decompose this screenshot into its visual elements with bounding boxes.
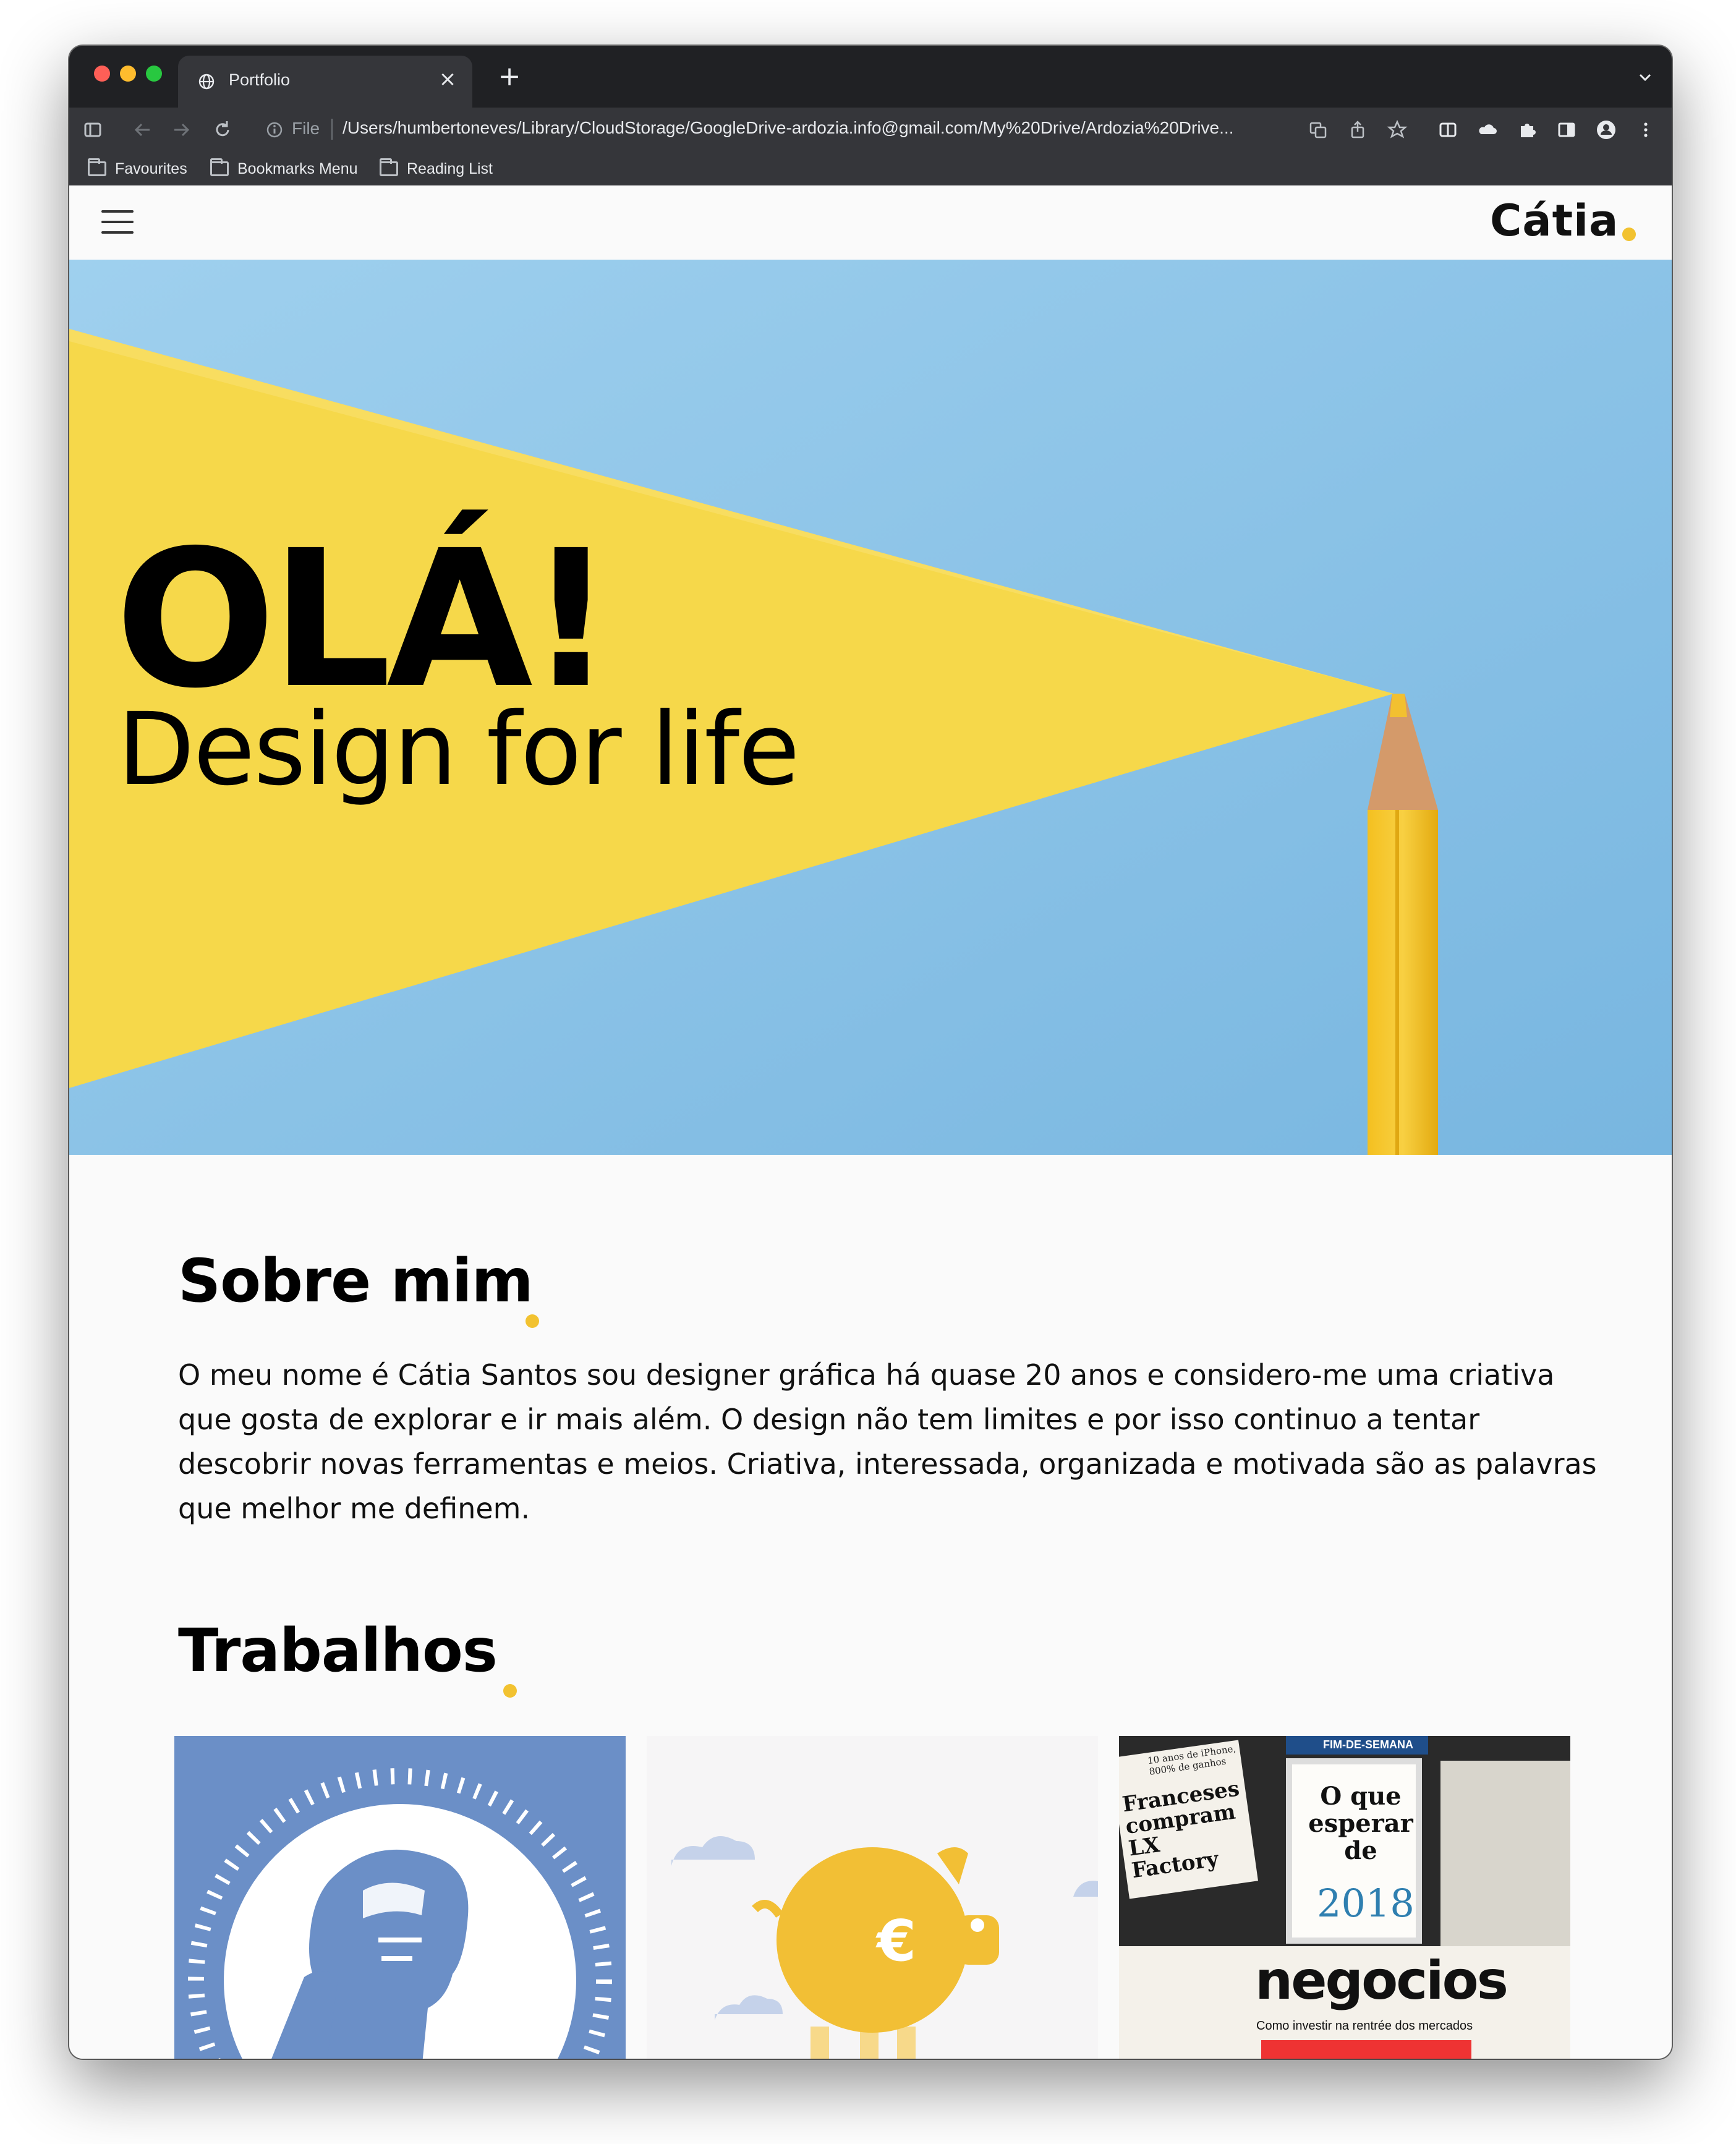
bookmark-favourites[interactable]: Favourites xyxy=(88,158,187,179)
address-bar[interactable]: /Users/humbertoneves/Library/CloudStorag… xyxy=(343,118,1363,138)
tab-title: Portfolio xyxy=(229,70,291,89)
works-title: Trabalhos xyxy=(178,1616,498,1685)
about-title: Sobre mim xyxy=(178,1246,534,1316)
profile-avatar-icon[interactable] xyxy=(1594,117,1619,142)
portrait-illustration xyxy=(188,1768,612,2059)
folder-icon xyxy=(88,158,106,176)
browser-toolbar: File /Users/humbertoneves/Library/CloudS… xyxy=(69,108,1672,152)
tab-portfolio[interactable]: Portfolio × xyxy=(178,56,472,108)
bookmark-label: Reading List xyxy=(407,160,493,177)
translate-icon[interactable] xyxy=(1306,117,1330,142)
newspaper-red-strip xyxy=(1261,2040,1471,2059)
piggy-bank-illustration xyxy=(671,1836,1098,2059)
hero-banner: OLÁ! Design for life xyxy=(69,260,1672,1155)
browser-chrome: Portfolio × + File /Users/humbertoneves/… xyxy=(69,46,1672,185)
side-panel-icon[interactable] xyxy=(1554,117,1579,142)
about-text: O meu nome é Cátia Santos sou designer g… xyxy=(178,1358,1597,1525)
chevron-down-icon[interactable] xyxy=(1635,67,1656,88)
bookmark-reading-list[interactable]: Reading List xyxy=(380,158,493,179)
newspaper-line: Como investir na rentrée dos mercados xyxy=(1256,2019,1473,2033)
hero-subtitle: Design for life xyxy=(117,692,800,808)
works-title-dot xyxy=(503,1684,517,1698)
newspaper-brand: negocios xyxy=(1255,1950,1508,2012)
more-menu-icon[interactable] xyxy=(1633,117,1658,142)
newspaper-side-headline: Franceses compram LX Factory xyxy=(1120,1776,1241,1884)
bookmarks-bar: Favourites Bookmarks Menu Reading List xyxy=(69,152,1672,185)
cloud-extension-icon[interactable] xyxy=(1475,117,1500,142)
hamburger-menu-icon[interactable] xyxy=(101,210,135,235)
newspaper-page-left: 10 anos de iPhone, 800% de ganhos France… xyxy=(1119,1740,1258,1899)
bookmark-label: Bookmarks Menu xyxy=(237,160,358,177)
url-scheme-label: File xyxy=(292,119,320,138)
hero-title: OLÁ! xyxy=(115,510,614,730)
bookmark-label: Favourites xyxy=(115,160,187,177)
work-card-portrait[interactable] xyxy=(174,1736,626,2059)
logo-dot xyxy=(1622,228,1636,241)
extensions-puzzle-icon[interactable] xyxy=(1515,117,1539,142)
bookmark-bookmarks-menu[interactable]: Bookmarks Menu xyxy=(210,158,358,179)
work-card-piggy-bank[interactable]: € xyxy=(647,1736,1098,2059)
newspaper-feature-page: O que esperar de 2018 xyxy=(1286,1758,1422,1944)
folder-icon xyxy=(380,158,398,176)
site-navbar: Cátia xyxy=(69,185,1672,260)
feature-headline: O que esperar de xyxy=(1308,1782,1413,1865)
minimize-window-button[interactable] xyxy=(120,66,136,82)
close-tab-icon[interactable]: × xyxy=(435,67,460,91)
browser-window: Portfolio × + File /Users/humbertoneves/… xyxy=(69,46,1672,2059)
folder-icon xyxy=(210,158,229,176)
tab-strip: Portfolio × + xyxy=(69,46,1672,108)
work-card-newspapers[interactable]: 10 anos de iPhone, 800% de ganhos France… xyxy=(1119,1736,1570,2059)
reading-mode-icon[interactable] xyxy=(1436,117,1460,142)
web-page: Cátia OLÁ! Design for life Sobre mim O m… xyxy=(69,185,1672,2059)
close-window-button[interactable] xyxy=(94,66,110,82)
zoom-window-button[interactable] xyxy=(146,66,162,82)
forward-icon[interactable] xyxy=(169,117,194,142)
share-icon[interactable] xyxy=(1345,117,1370,142)
about-title-dot xyxy=(525,1314,539,1328)
feature-year: 2018 xyxy=(1317,1881,1415,1926)
sidebar-icon[interactable] xyxy=(80,117,105,142)
newspaper-band: FIM-DE-SEMANA xyxy=(1286,1736,1428,1755)
site-logo[interactable]: Cátia xyxy=(1490,195,1619,246)
newspaper-tag: 10 anos de iPhone, 800% de ganhos xyxy=(1146,1743,1237,1777)
reload-icon[interactable] xyxy=(210,117,235,142)
bookmark-star-icon[interactable] xyxy=(1385,117,1410,142)
back-icon[interactable] xyxy=(130,117,155,142)
new-tab-button[interactable]: + xyxy=(496,63,523,90)
omnibox-divider xyxy=(331,119,333,140)
info-icon[interactable] xyxy=(262,117,287,142)
newspaper-bottom-page: negocios Como investir na rentrée dos me… xyxy=(1119,1946,1570,2059)
euro-symbol: € xyxy=(877,1908,917,1974)
globe-icon xyxy=(198,74,215,90)
newspaper-band-label: FIM-DE-SEMANA xyxy=(1323,1738,1413,1751)
